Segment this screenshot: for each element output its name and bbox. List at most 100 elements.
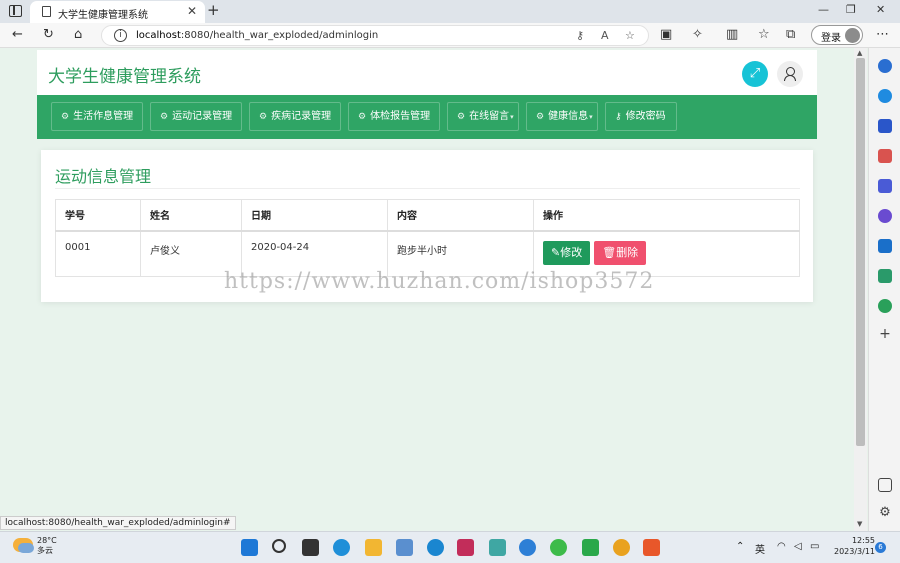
browser-tab[interactable]: 大学生健康管理系统 ✕ [30, 1, 205, 23]
read-aloud-icon[interactable]: A [601, 29, 609, 42]
site-info-icon[interactable]: i [114, 29, 127, 42]
more-menu-icon[interactable]: ⋯ [876, 27, 889, 43]
temperature: 28°C [37, 536, 57, 545]
hbuilder-icon[interactable] [582, 539, 599, 556]
split-screen-icon[interactable]: ▥ [726, 27, 738, 43]
add-icon[interactable]: + [878, 327, 892, 341]
app-icon-orange[interactable] [643, 539, 660, 556]
refresh-icon[interactable]: ↻ [43, 27, 54, 43]
column-header: 姓名 [140, 199, 242, 232]
tree-icon[interactable] [878, 299, 892, 313]
task-view-icon[interactable] [302, 539, 319, 556]
clock-time: 12:55 [851, 536, 876, 545]
extensions-icon[interactable]: ✧ [692, 27, 703, 43]
new-tab-icon[interactable]: + [207, 1, 220, 19]
weather-icon[interactable] [13, 538, 34, 553]
page-icon [42, 6, 51, 17]
edge-icon[interactable] [333, 539, 350, 556]
photos-icon[interactable] [396, 539, 413, 556]
start-icon[interactable] [241, 539, 258, 556]
favorites-icon[interactable]: ☆ [758, 27, 770, 43]
menu-gear-icon: ⚙ [160, 112, 169, 122]
k-app-icon[interactable] [519, 539, 536, 556]
menu-item-health-info[interactable]: ⚙ 健康信息▾ [526, 102, 598, 131]
sidebar-toggle-icon[interactable] [878, 478, 892, 492]
bing-icon[interactable] [878, 89, 892, 103]
menu-gear-icon: ⚙ [457, 112, 466, 122]
menu-gear-icon: ⚙ [61, 112, 70, 122]
minimize-icon[interactable]: — [818, 3, 829, 16]
maximize-icon[interactable]: ❐ [846, 3, 856, 16]
favorite-add-icon[interactable]: ☆ [625, 29, 635, 42]
menu-gear-icon: ⚙ [259, 112, 268, 122]
column-header: 日期 [241, 199, 388, 232]
column-header: 学号 [55, 199, 141, 232]
main-menu: ⚙ 生活作息管理 ⚙ 运动记录管理 ⚙ 疾病记录管理 ⚙ 体检报告管理 ⚙ 在线留言▾ ⚙… [37, 95, 817, 139]
delete-button[interactable]: 🗑删除 [594, 240, 647, 265]
edit-button[interactable]: ✎修改 [543, 240, 591, 265]
tab-close-icon[interactable]: ✕ [187, 4, 197, 18]
search-icon[interactable] [272, 539, 286, 553]
games-icon[interactable] [878, 179, 892, 193]
ime-indicator[interactable]: 英 [755, 541, 765, 556]
menu-item-change-password[interactable]: ⚷ 修改密码 [605, 102, 677, 131]
scroll-thumb[interactable] [856, 58, 865, 446]
menu-item-messages[interactable]: ⚙ 在线留言▾ [447, 102, 519, 131]
menu-item-disease[interactable]: ⚙ 疾病记录管理 [249, 102, 341, 131]
menu-item-exercise[interactable]: ⚙ 运动记录管理 [150, 102, 242, 131]
login-label: 登录 [821, 33, 841, 44]
weather-widget[interactable]: 28°C 多云 [37, 536, 57, 556]
scroll-down-icon[interactable]: ▼ [857, 520, 862, 528]
page-content: 大学生健康管理系统 ⤢ ⚙ 生活作息管理 ⚙ 运动记录管理 ⚙ 疾病记录管理 ⚙ 体检报… [0, 48, 854, 531]
avatar-icon [845, 28, 860, 43]
browser-titlebar: 大学生健康管理系统 ✕ + — ❐ ✕ [0, 0, 900, 23]
file-explorer-icon[interactable] [365, 539, 382, 556]
ie-icon[interactable] [427, 539, 444, 556]
taskbar: 28°C 多云 ⌃ 英 ◠ ◁ ▭ 12:55 2023/3/11 6 [0, 531, 900, 563]
window-close-icon[interactable]: ✕ [876, 3, 885, 16]
clock[interactable]: 12:55 2023/3/11 [834, 535, 875, 557]
app-icon[interactable] [489, 539, 506, 556]
app-header: 大学生健康管理系统 ⤢ [37, 50, 817, 95]
column-header: 内容 [387, 199, 534, 232]
intellij-icon[interactable] [457, 539, 474, 556]
scroll-up-icon[interactable]: ▲ [857, 49, 862, 57]
fullscreen-icon[interactable]: ⤢ [742, 61, 768, 87]
volume-icon[interactable]: ◁ [794, 541, 802, 552]
key-icon[interactable]: ⚷ [576, 29, 584, 42]
exercise-table: 学号 姓名 日期 内容 操作 0001 卢俊义 2020-04-24 跑步半小时… [55, 199, 800, 277]
clock-date: 2023/3/11 [834, 547, 876, 556]
office-icon[interactable] [878, 209, 892, 223]
chrome-icon[interactable] [613, 539, 630, 556]
browser-toolbar: ← ↻ ⌂ i localhost:8080/health_war_explod… [0, 23, 900, 48]
wifi-icon[interactable]: ◠ [777, 541, 786, 552]
search-icon[interactable] [878, 59, 892, 73]
shopping-icon[interactable] [878, 119, 892, 133]
send-icon[interactable] [878, 269, 892, 283]
tray-chevron-icon[interactable]: ⌃ [736, 541, 744, 552]
back-icon[interactable]: ← [12, 27, 23, 43]
settings-icon[interactable]: ⚙ [878, 506, 892, 520]
browser-sidebar: + ⚙ [868, 48, 900, 531]
notification-badge[interactable]: 6 [875, 542, 886, 553]
column-header: 操作 [533, 199, 800, 232]
home-icon[interactable]: ⌂ [74, 27, 82, 43]
menu-item-checkup[interactable]: ⚙ 体检报告管理 [348, 102, 440, 131]
reading-view-icon[interactable]: ▣ [660, 27, 672, 43]
tab-actions-icon[interactable] [9, 5, 22, 17]
weather-text: 多云 [37, 546, 53, 555]
battery-icon[interactable]: ▭ [810, 541, 819, 552]
app-title: 大学生健康管理系统 [48, 67, 201, 87]
wechat-icon[interactable] [550, 539, 567, 556]
menu-gear-icon: ⚙ [358, 112, 367, 122]
page-scrollbar[interactable]: ▲ ▼ [854, 48, 867, 531]
collections-icon[interactable]: ⧉ [786, 27, 795, 43]
menu-item-schedule[interactable]: ⚙ 生活作息管理 [51, 102, 143, 131]
profile-login-button[interactable]: 登录 [811, 25, 863, 45]
address-bar[interactable]: i localhost:8080/health_war_exploded/adm… [101, 25, 649, 46]
user-icon[interactable] [777, 61, 803, 87]
tools-icon[interactable] [878, 149, 892, 163]
menu-key-icon: ⚷ [615, 112, 622, 122]
outlook-icon[interactable] [878, 239, 892, 253]
cell-student-id: 0001 [55, 230, 141, 277]
